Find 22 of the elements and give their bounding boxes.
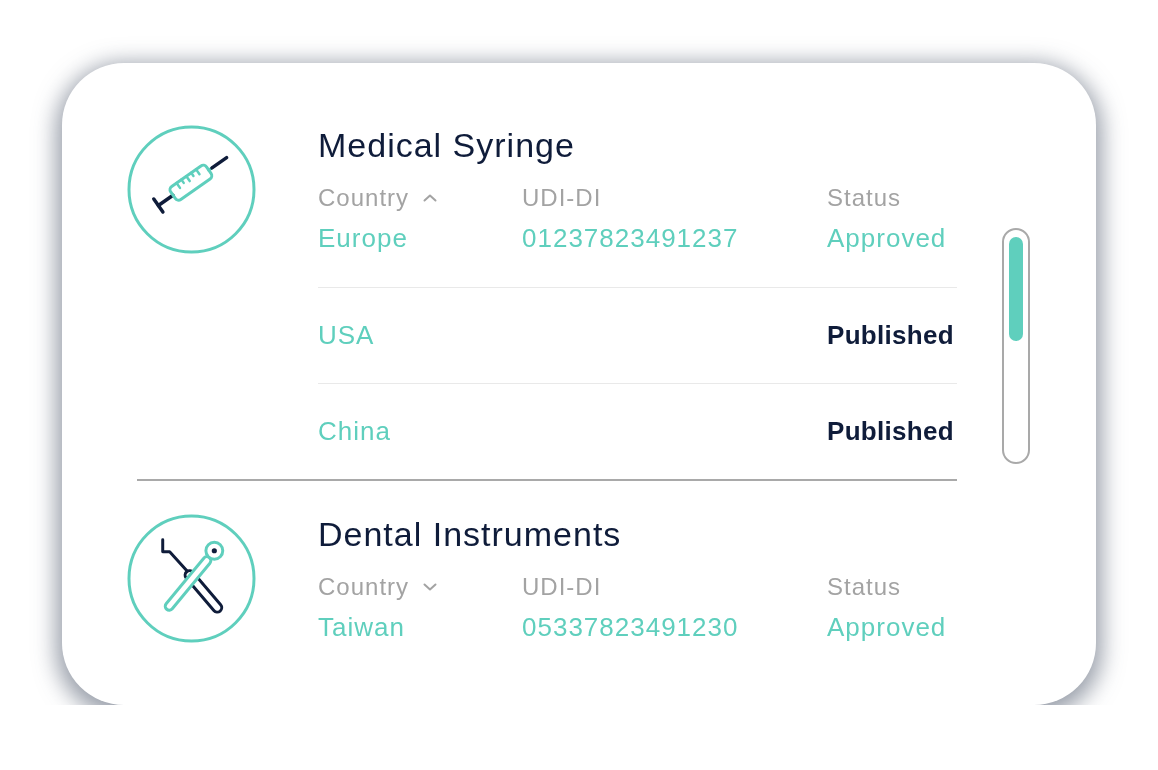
country-value: USA [318, 319, 375, 350]
product-title: Medical Syringe [318, 125, 576, 166]
column-label: Status [827, 572, 902, 600]
syringe-icon [127, 125, 256, 254]
status-value: Published [827, 319, 954, 350]
status-value: Approved [827, 611, 947, 642]
country-value: Taiwan [318, 611, 405, 642]
udi-value: 05337823491230 [522, 611, 739, 642]
status-value: Approved [827, 222, 947, 253]
scrollbar-track[interactable] [1002, 228, 1030, 464]
country-value: Europe [318, 222, 408, 253]
dental-tools-icon [127, 514, 256, 643]
column-label: UDI-DI [522, 183, 602, 211]
country-sort-button[interactable]: Country [318, 183, 438, 213]
scrollbar-thumb[interactable] [1009, 237, 1023, 341]
status-value: Published [827, 415, 954, 446]
column-label: Status [827, 183, 902, 211]
column-label: UDI-DI [522, 572, 602, 600]
product-title: Dental Instruments [318, 514, 623, 555]
country-value: China [318, 415, 391, 446]
udi-value: 01237823491237 [522, 222, 739, 253]
country-sort-button[interactable]: Country [318, 572, 438, 602]
